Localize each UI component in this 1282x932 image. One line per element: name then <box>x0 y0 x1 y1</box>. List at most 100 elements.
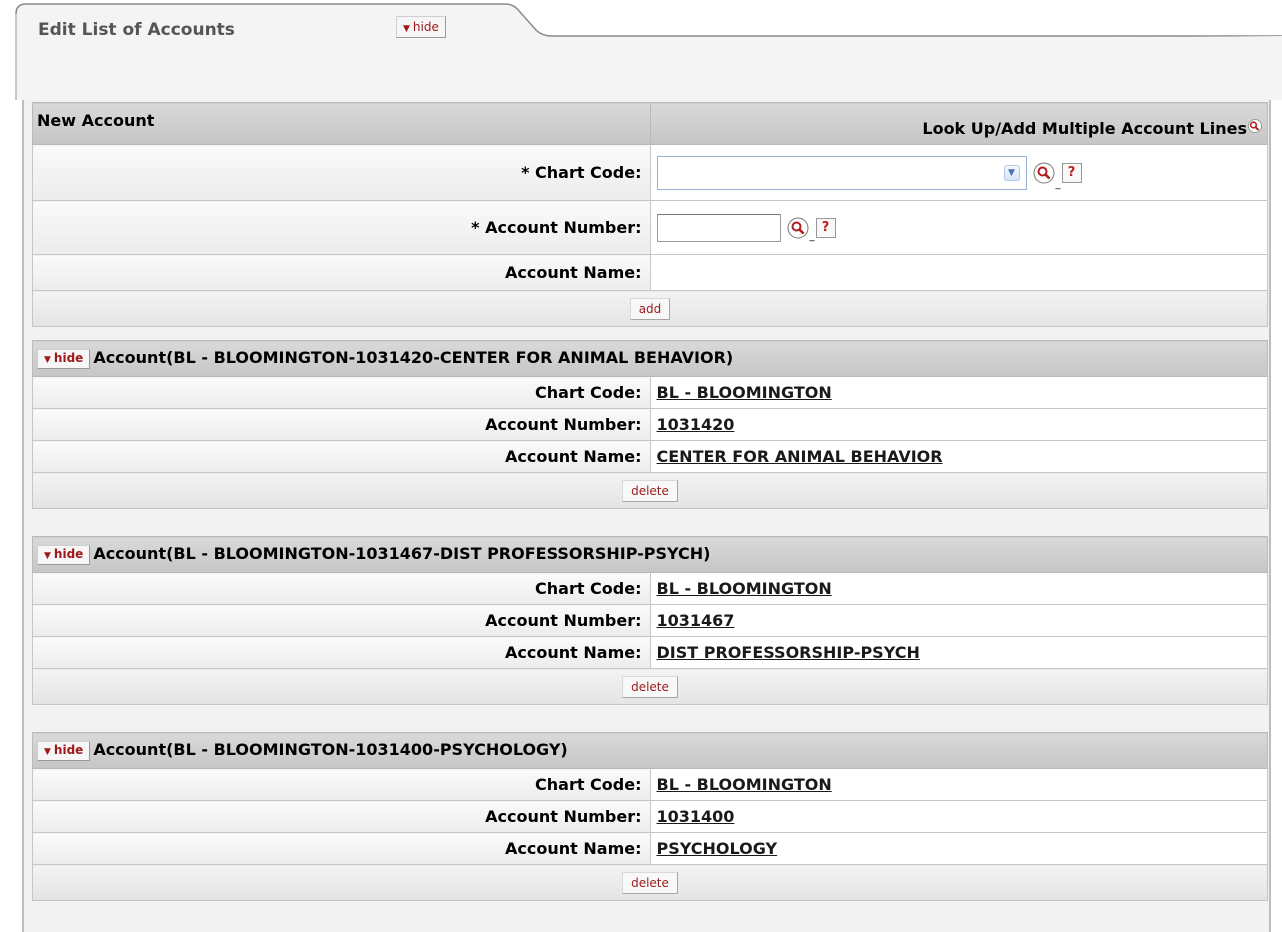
new-account-header: New Account <box>32 102 651 145</box>
account-name-row: Account Name: CENTER FOR ANIMAL BEHAVIOR <box>32 440 1268 473</box>
account-table: ▼ hide Account(BL - BLOOMINGTON-1031400-PS… <box>32 732 1268 901</box>
account-number-value: 1031420 <box>649 408 1268 441</box>
chart-code-link[interactable]: BL - BLOOMINGTON <box>657 383 832 402</box>
account-number-row: Account Number: 1031420 <box>32 408 1268 441</box>
account-number-link[interactable]: 1031420 <box>657 415 735 434</box>
account-number-label: * Account Number: <box>32 200 651 255</box>
chart-code-value: BL - BLOOMINGTON <box>649 572 1268 605</box>
account-number-value: 1031400 <box>649 800 1268 833</box>
account-number-label: Account Number: <box>32 604 651 637</box>
account-header-row: ▼ hide Account(BL - BLOOMINGTON-1031420-CE… <box>32 340 1268 377</box>
lookup-multiple-link[interactable]: Look Up/Add Multiple Account Lines <box>922 119 1247 138</box>
account-name-label: Account Name: <box>32 440 651 473</box>
account-number-row: * Account Number: _? <box>32 200 1268 255</box>
account-name-link[interactable]: DIST PROFESSORSHIP-PSYCH <box>657 643 920 662</box>
chart-code-value: BL - BLOOMINGTON <box>649 768 1268 801</box>
account-number-cell: _? <box>649 200 1268 255</box>
separator: _ <box>809 230 815 242</box>
hide-label: hide <box>53 546 84 561</box>
triangle-down-icon: ▼ <box>44 354 51 365</box>
add-cell: add <box>32 290 1268 327</box>
account-name-row: Account Name: PSYCHOLOGY <box>32 832 1268 865</box>
account-table: ▼ hide Account(BL - BLOOMINGTON-1031467-DI… <box>32 536 1268 705</box>
account-name-value <box>649 254 1268 291</box>
add-button[interactable]: add <box>629 297 671 320</box>
chart-code-help-icon[interactable]: ? <box>1061 162 1082 183</box>
delete-cell: delete <box>32 472 1268 509</box>
account-number-link[interactable]: 1031400 <box>657 807 735 826</box>
delete-button[interactable]: delete <box>622 871 678 894</box>
chart-code-row: Chart Code: BL - BLOOMINGTON <box>32 768 1268 801</box>
account-header: ▼ hide Account(BL - BLOOMINGTON-1031420-CE… <box>32 340 1268 377</box>
account-name-value: DIST PROFESSORSHIP-PSYCH <box>649 636 1268 669</box>
account-number-label: Account Number: <box>32 408 651 441</box>
account-name-value: CENTER FOR ANIMAL BEHAVIOR <box>649 440 1268 473</box>
account-number-link[interactable]: 1031467 <box>657 611 735 630</box>
delete-button[interactable]: delete <box>622 479 678 502</box>
chart-code-lookup-icon[interactable] <box>1033 162 1055 184</box>
chart-code-label: Chart Code: <box>32 572 651 605</box>
account-hide-button[interactable]: ▼ hide <box>37 544 91 565</box>
account-title: Account(BL - BLOOMINGTON-1031400-PSYCHOL… <box>93 740 568 760</box>
account-header: ▼ hide Account(BL - BLOOMINGTON-1031400-PS… <box>32 732 1268 769</box>
tab-hide-button[interactable]: ▼ hide <box>396 16 446 38</box>
delete-row: delete <box>32 864 1268 901</box>
lookup-multiple-cell: Look Up/Add Multiple Account Lines <box>649 102 1268 145</box>
account-header: ▼ hide Account(BL - BLOOMINGTON-1031467-DI… <box>32 536 1268 573</box>
delete-row: delete <box>32 472 1268 509</box>
new-account-title: New Account <box>37 111 155 130</box>
delete-button[interactable]: delete <box>622 675 678 698</box>
chart-code-label: Chart Code: <box>32 376 651 409</box>
account-name-label: Account Name: <box>32 636 651 669</box>
chevron-down-icon[interactable]: ▼ <box>1003 164 1020 181</box>
chart-code-cell: ▼ _? <box>649 144 1268 201</box>
account-table: ▼ hide Account(BL - BLOOMINGTON-1031420-CE… <box>32 340 1268 509</box>
account-number-help-icon[interactable]: ? <box>815 217 836 238</box>
tab-outline <box>15 3 1282 100</box>
account-name-link[interactable]: PSYCHOLOGY <box>657 839 778 858</box>
account-number-lookup-icon[interactable] <box>787 217 809 239</box>
hide-label: hide <box>412 20 439 34</box>
delete-row: delete <box>32 668 1268 705</box>
triangle-down-icon: ▼ <box>44 746 51 757</box>
hide-label: hide <box>53 350 84 365</box>
chart-code-row: Chart Code: BL - BLOOMINGTON <box>32 376 1268 409</box>
account-title: Account(BL - BLOOMINGTON-1031420-CENTER … <box>93 348 734 368</box>
account-hide-button[interactable]: ▼ hide <box>37 740 91 761</box>
account-number-value: 1031467 <box>649 604 1268 637</box>
account-hide-button[interactable]: ▼ hide <box>37 348 91 369</box>
account-name-row: Account Name: DIST PROFESSORSHIP-PSYCH <box>32 636 1268 669</box>
chart-code-row: * Chart Code: ▼ _? <box>32 144 1268 201</box>
account-name-link[interactable]: CENTER FOR ANIMAL BEHAVIOR <box>657 447 943 466</box>
add-row: add <box>32 290 1268 327</box>
new-account-table: New Account Look Up/Add Multiple Account… <box>32 102 1268 327</box>
account-title: Account(BL - BLOOMINGTON-1031467-DIST PR… <box>93 544 711 564</box>
separator: _ <box>1055 178 1061 190</box>
account-name-row: Account Name: <box>32 254 1268 291</box>
chart-code-value: BL - BLOOMINGTON <box>649 376 1268 409</box>
chart-code-label: Chart Code: <box>32 768 651 801</box>
chart-code-link[interactable]: BL - BLOOMINGTON <box>657 579 832 598</box>
accounts-panel: New Account Look Up/Add Multiple Account… <box>22 100 1271 932</box>
account-name-value: PSYCHOLOGY <box>649 832 1268 865</box>
chart-code-link[interactable]: BL - BLOOMINGTON <box>657 775 832 794</box>
account-header-row: ▼ hide Account(BL - BLOOMINGTON-1031400-PS… <box>32 732 1268 769</box>
delete-cell: delete <box>32 864 1268 901</box>
chart-code-select[interactable]: ▼ <box>656 155 1027 190</box>
account-number-input[interactable] <box>656 213 781 242</box>
account-number-row: Account Number: 1031400 <box>32 800 1268 833</box>
account-name-label: Account Name: <box>32 832 651 865</box>
tab-title: Edit List of Accounts <box>38 20 235 40</box>
new-account-header-row: New Account Look Up/Add Multiple Account… <box>32 102 1268 145</box>
tab-header: Edit List of Accounts ▼ hide <box>0 0 1282 100</box>
delete-cell: delete <box>32 668 1268 705</box>
chart-code-row: Chart Code: BL - BLOOMINGTON <box>32 572 1268 605</box>
magnifier-icon[interactable] <box>1247 119 1263 135</box>
account-number-label: Account Number: <box>32 800 651 833</box>
chart-code-label: * Chart Code: <box>32 144 651 201</box>
account-number-row: Account Number: 1031467 <box>32 604 1268 637</box>
hide-label: hide <box>53 742 84 757</box>
account-name-label: Account Name: <box>32 254 651 291</box>
triangle-down-icon: ▼ <box>44 550 51 561</box>
account-header-row: ▼ hide Account(BL - BLOOMINGTON-1031467-DI… <box>32 536 1268 573</box>
